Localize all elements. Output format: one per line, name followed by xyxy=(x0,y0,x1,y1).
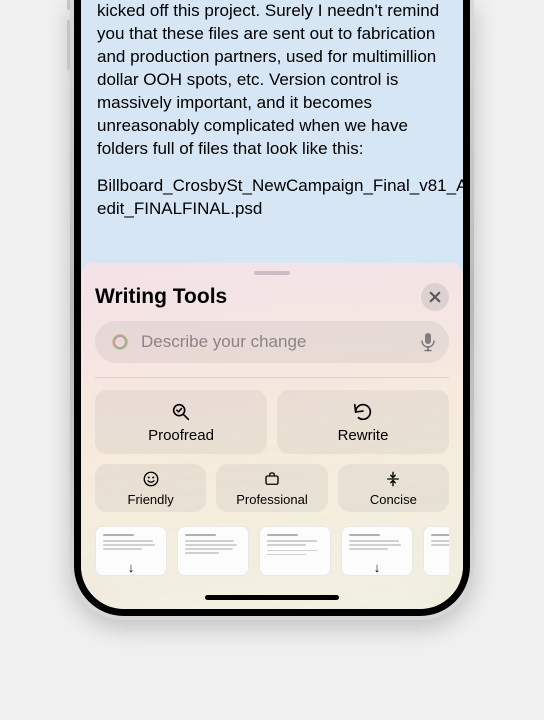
friendly-button[interactable]: Friendly xyxy=(95,464,206,512)
proofread-icon xyxy=(170,401,192,423)
filename-example[interactable]: Billboard_CrosbySt_NewCampaign_Final_v81… xyxy=(97,175,447,221)
rewrite-button[interactable]: Rewrite xyxy=(277,390,449,454)
tool-label: Rewrite xyxy=(338,427,389,444)
tool-label: Concise xyxy=(370,492,417,507)
tool-label: Proofread xyxy=(148,427,214,444)
siri-icon xyxy=(109,331,131,353)
format-preview-card[interactable] xyxy=(259,526,331,576)
writing-tools-sheet: Writing Tools xyxy=(81,263,463,609)
close-icon xyxy=(429,291,441,303)
document-text[interactable]: kicked off this project. Surely I needn'… xyxy=(81,0,463,244)
format-preview-card[interactable]: ↓ xyxy=(341,526,413,576)
concise-button[interactable]: Concise xyxy=(338,464,449,512)
divider xyxy=(95,377,449,378)
close-button[interactable] xyxy=(421,283,449,311)
format-preview-card[interactable] xyxy=(177,526,249,576)
arrow-down-icon: ↓ xyxy=(374,560,381,575)
sheet-grabber[interactable] xyxy=(254,271,290,275)
arrow-down-icon: ↓ xyxy=(128,560,135,575)
tool-label: Professional xyxy=(236,492,308,507)
format-preview-card[interactable]: ↓ xyxy=(95,526,167,576)
sheet-title: Writing Tools xyxy=(95,285,227,309)
tool-label: Friendly xyxy=(128,492,174,507)
volume-up-button[interactable] xyxy=(67,0,70,10)
friendly-icon xyxy=(142,470,160,488)
professional-icon xyxy=(263,470,281,488)
volume-down-button[interactable] xyxy=(67,20,70,70)
home-indicator[interactable] xyxy=(205,595,339,600)
prompt-input-bar[interactable] xyxy=(95,321,449,363)
format-preview-row: ↓ xyxy=(95,526,449,576)
rewrite-icon xyxy=(352,401,374,423)
format-preview-card[interactable] xyxy=(423,526,449,576)
microphone-icon[interactable] xyxy=(421,332,435,352)
prompt-input[interactable] xyxy=(141,332,411,352)
paragraph[interactable]: kicked off this project. Surely I needn'… xyxy=(97,0,447,161)
screen: kicked off this project. Surely I needn'… xyxy=(81,0,463,609)
phone-frame: kicked off this project. Surely I needn'… xyxy=(70,0,474,620)
concise-icon xyxy=(384,470,402,488)
proofread-button[interactable]: Proofread xyxy=(95,390,267,454)
professional-button[interactable]: Professional xyxy=(216,464,327,512)
